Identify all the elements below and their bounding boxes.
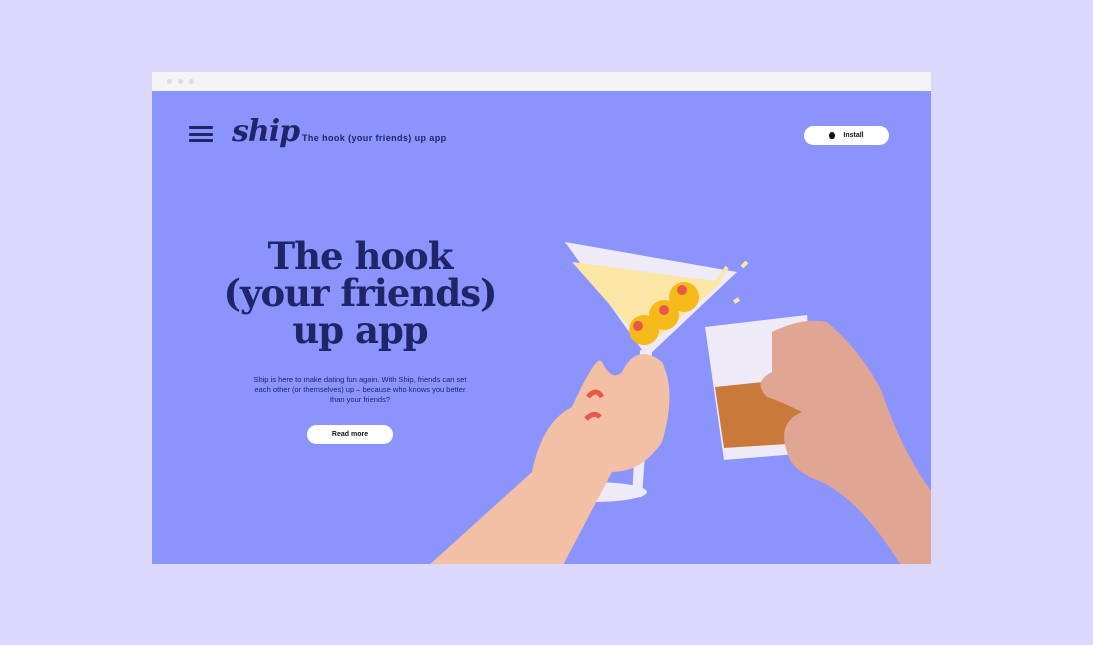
install-button[interactable]: Install	[804, 126, 889, 145]
logo[interactable]: ship	[232, 114, 300, 149]
install-label: Install	[843, 132, 864, 139]
apple-icon	[829, 132, 836, 139]
browser-window: ship The hook (your friends) up app Inst…	[152, 72, 931, 564]
read-more-button[interactable]: Read more	[307, 425, 393, 444]
browser-chrome	[152, 72, 931, 91]
hamburger-menu-icon[interactable]	[189, 126, 213, 142]
window-dot	[178, 79, 183, 84]
cheers-illustration	[430, 242, 931, 564]
window-dot	[189, 79, 194, 84]
window-dot	[167, 79, 172, 84]
tagline: The hook (your friends) up app	[302, 133, 447, 143]
